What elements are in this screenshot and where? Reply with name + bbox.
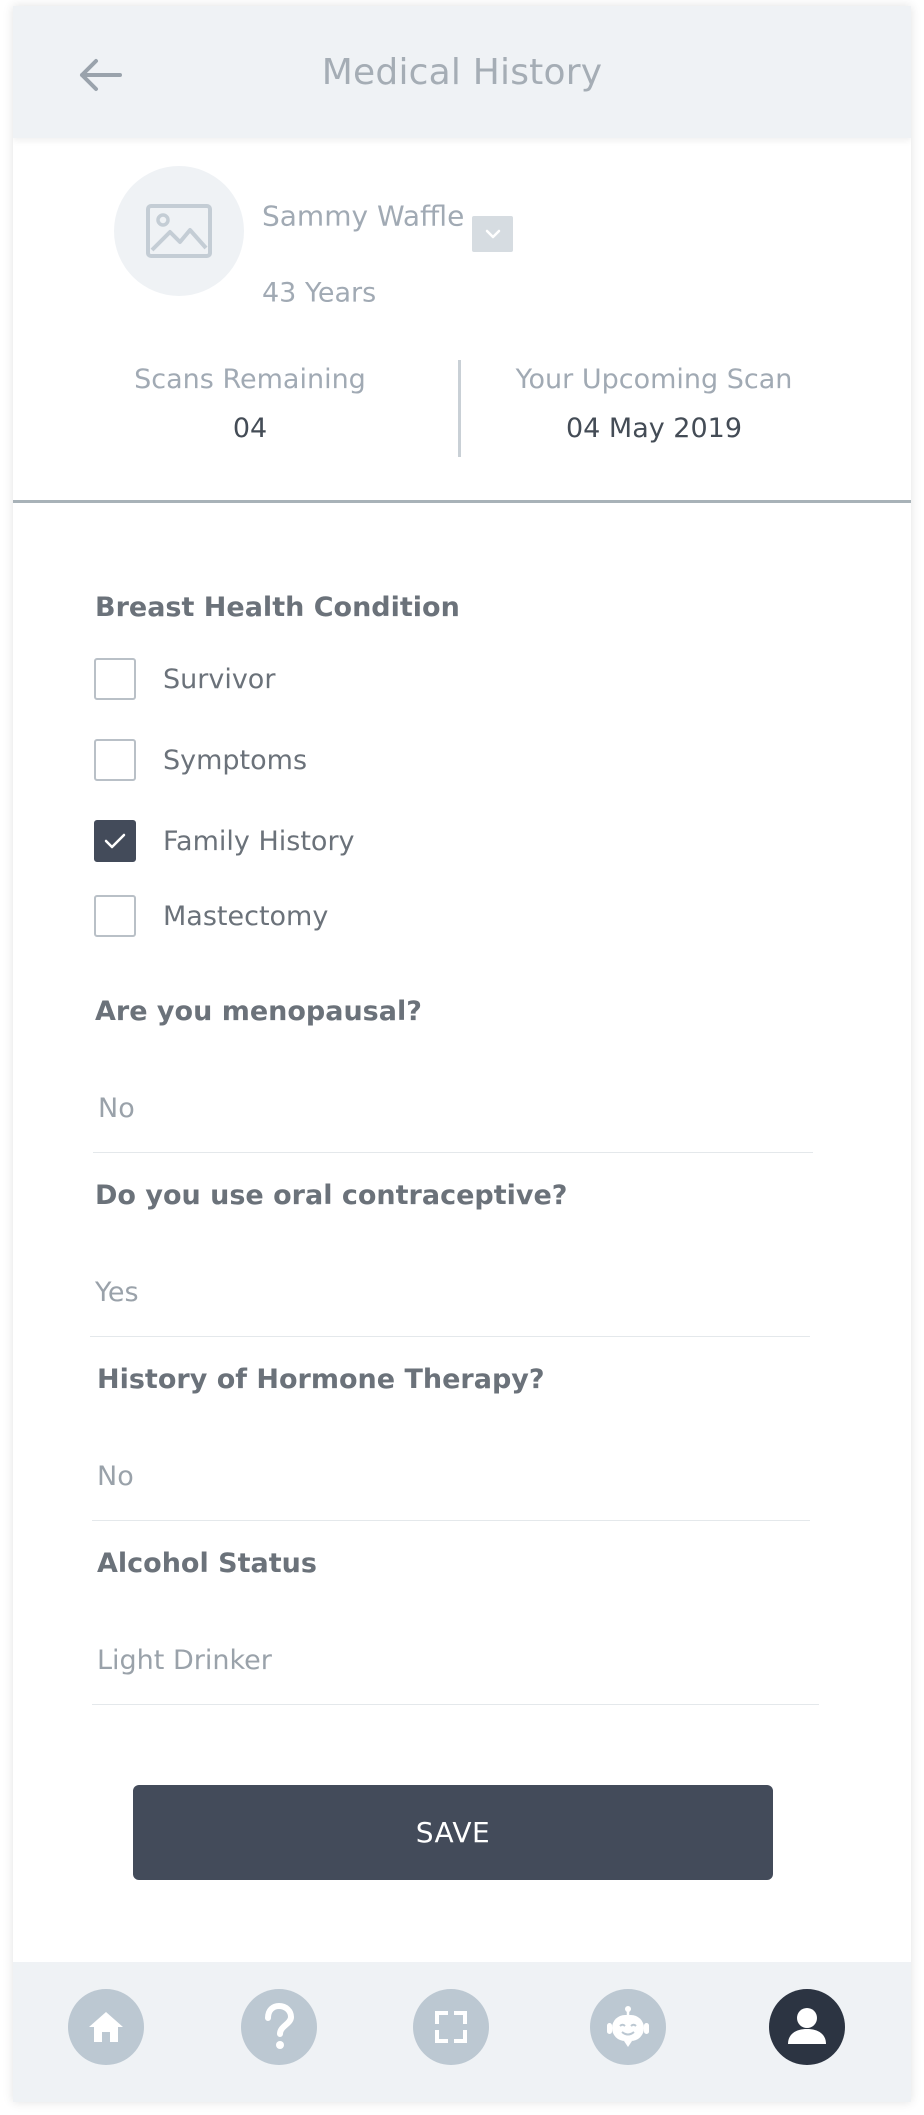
alcohol-status-label: Alcohol Status: [97, 1548, 317, 1579]
menopausal-field[interactable]: No: [93, 1093, 813, 1153]
symptoms-label: Symptoms: [163, 744, 308, 776]
menopausal-value: No: [98, 1093, 135, 1124]
image-placeholder-icon: [146, 204, 212, 258]
scan-icon: [435, 2011, 467, 2043]
upcoming-scan-stat: Your Upcoming Scan 04 May 2019: [509, 364, 799, 444]
condition-survivor[interactable]: Survivor: [94, 657, 275, 701]
profile-switch-dropdown[interactable]: [472, 216, 513, 252]
mastectomy-checkbox[interactable]: [94, 895, 136, 937]
save-button[interactable]: SAVE: [133, 1785, 773, 1880]
breast-health-label: Breast Health Condition: [95, 592, 460, 623]
symptoms-checkbox[interactable]: [94, 739, 136, 781]
hormone-therapy-field[interactable]: No: [92, 1461, 810, 1521]
avatar[interactable]: [114, 166, 244, 296]
scans-remaining-label: Scans Remaining: [134, 364, 366, 395]
alcohol-status-value: Light Drinker: [97, 1645, 272, 1676]
scans-remaining-value: 04: [232, 413, 268, 444]
chatbot-icon: [607, 2006, 649, 2047]
upcoming-scan-label: Your Upcoming Scan: [515, 364, 793, 395]
condition-mastectomy[interactable]: Mastectomy: [94, 894, 328, 938]
nav-profile-button[interactable]: [769, 1989, 845, 2065]
survivor-checkbox[interactable]: [94, 658, 136, 700]
back-arrow-icon: [80, 59, 122, 91]
home-icon: [89, 2012, 123, 2042]
bottom-nav: [13, 1962, 911, 2102]
contraceptive-field[interactable]: Yes: [90, 1277, 810, 1337]
family-history-label: Family History: [163, 825, 355, 857]
condition-symptoms[interactable]: Symptoms: [94, 738, 307, 782]
chevron-down-icon: [485, 229, 500, 239]
scans-remaining-stat: Scans Remaining 04: [125, 364, 375, 444]
app-header: Medical History: [13, 6, 911, 138]
hormone-therapy-label: History of Hormone Therapy?: [97, 1364, 545, 1395]
profile-age: 43 Years: [262, 277, 377, 309]
back-button[interactable]: [73, 48, 127, 102]
medical-history-screen: Medical History Sammy Waffle 43 Years Sc…: [13, 6, 911, 2102]
family-history-checkbox[interactable]: [94, 820, 136, 862]
menopausal-label: Are you menopausal?: [95, 996, 422, 1027]
survivor-label: Survivor: [163, 663, 276, 695]
nav-help-button[interactable]: [241, 1989, 317, 2065]
contraceptive-label: Do you use oral contraceptive?: [95, 1180, 568, 1211]
nav-home-button[interactable]: [68, 1989, 144, 2065]
profile-name: Sammy Waffle: [262, 199, 465, 233]
contraceptive-value: Yes: [95, 1277, 139, 1308]
help-icon: [265, 2003, 295, 2049]
nav-scan-button[interactable]: [413, 1989, 489, 2065]
mastectomy-label: Mastectomy: [163, 900, 329, 932]
upcoming-scan-value: 04 May 2019: [565, 413, 743, 444]
section-divider: [13, 500, 911, 503]
page-title: Medical History: [321, 51, 603, 93]
condition-family-history[interactable]: Family History: [94, 819, 355, 863]
profile-icon: [788, 2008, 826, 2044]
nav-chatbot-button[interactable]: [590, 1989, 666, 2065]
stat-divider: [458, 360, 461, 457]
checkmark-icon: [104, 833, 126, 849]
alcohol-status-field[interactable]: Light Drinker: [92, 1645, 819, 1705]
hormone-therapy-value: No: [97, 1461, 134, 1492]
